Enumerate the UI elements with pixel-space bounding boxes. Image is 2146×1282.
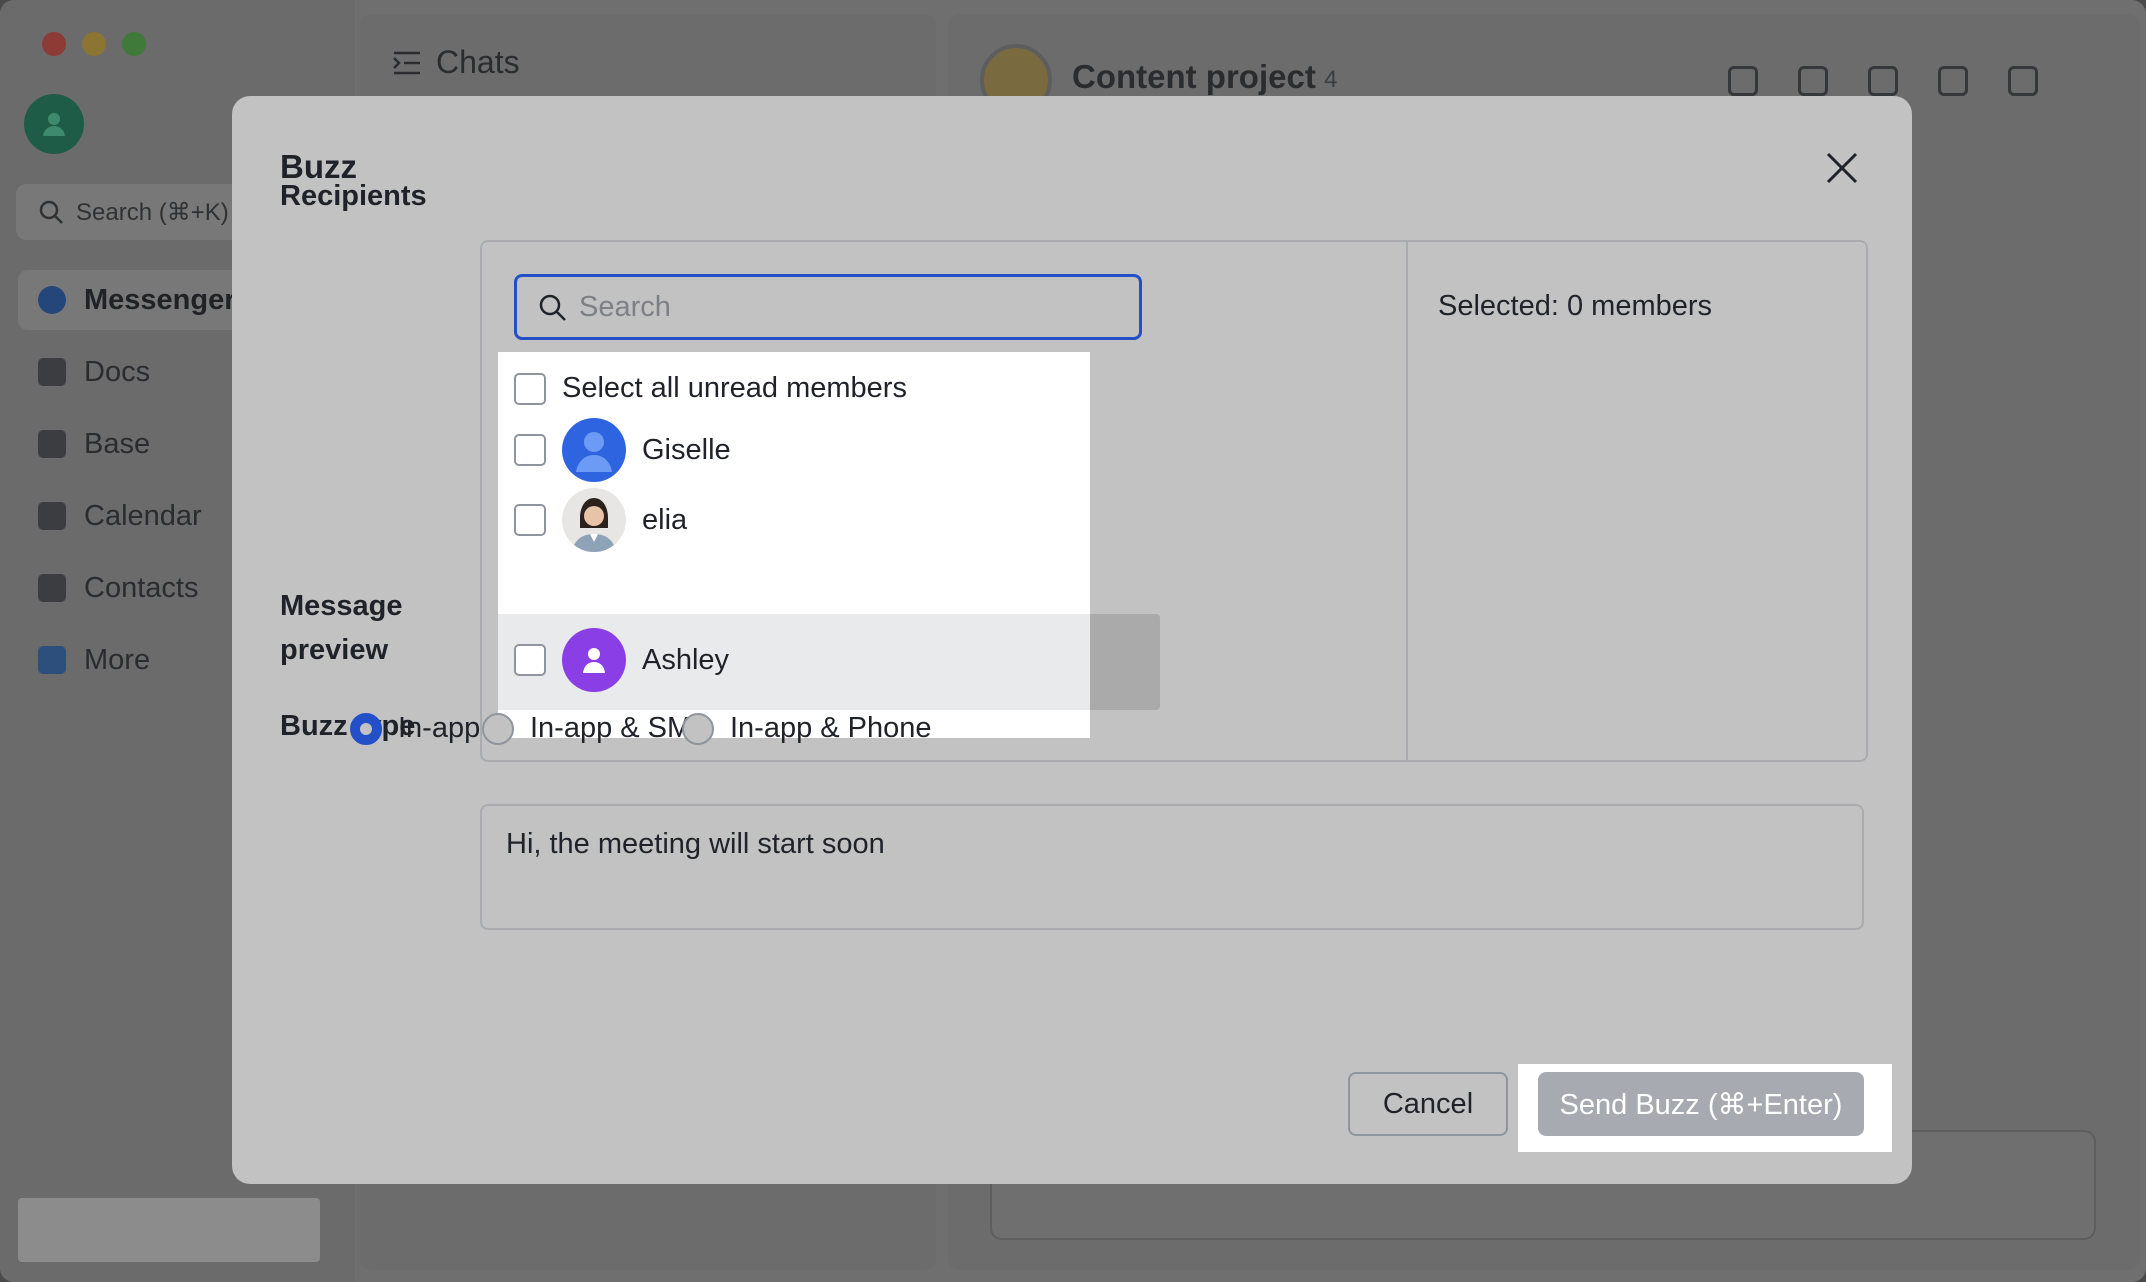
more-icon[interactable]	[2078, 66, 2108, 96]
recipients-picker: Select all unread members Giselle elia A…	[480, 240, 1868, 762]
member-name: Ashley	[642, 643, 730, 676]
sidebar-bottom-profile	[18, 1198, 320, 1262]
member-checkbox[interactable]	[514, 434, 546, 466]
member-name: Giselle	[642, 433, 731, 466]
base-icon	[38, 430, 66, 458]
profile-photo-icon	[572, 498, 616, 552]
avatar	[562, 628, 626, 692]
chats-title: Chats	[436, 44, 520, 80]
close-button[interactable]	[1822, 148, 1862, 188]
radio-button[interactable]	[482, 712, 514, 745]
window-minimize-button[interactable]	[82, 32, 106, 56]
buzz-dialog: Buzz Recipients Select all unread member…	[232, 96, 1912, 1184]
user-icon	[583, 648, 605, 673]
selected-count: Selected: 0 members	[1438, 290, 1713, 322]
chats-header: Chats	[392, 44, 520, 81]
contacts-icon	[38, 574, 66, 602]
sidebar-item-label: Contacts	[84, 571, 199, 604]
recipients-label: Recipients	[280, 180, 427, 212]
sidebar-search-placeholder: Search (⌘+K)	[76, 198, 229, 226]
doc-icon[interactable]	[1798, 66, 1828, 96]
cancel-button[interactable]: Cancel	[1348, 1072, 1508, 1136]
member-search-input[interactable]	[579, 290, 1119, 324]
list-item[interactable]: Ashley	[514, 628, 729, 692]
message-preview-box: Hi, the meeting will start soon	[480, 804, 1864, 930]
avatar	[562, 418, 626, 482]
more-apps-icon	[38, 646, 66, 674]
select-all-unread-row[interactable]: Select all unread members	[514, 372, 907, 405]
select-all-label: Select all unread members	[562, 372, 907, 404]
member-name: elia	[642, 503, 688, 536]
sidebar-item-label: Docs	[84, 355, 151, 388]
conversation-title: Content project	[1072, 58, 1316, 95]
picker-divider	[1406, 242, 1408, 760]
avatar	[562, 488, 626, 552]
person-silhouette-icon	[576, 432, 612, 472]
window-close-button[interactable]	[42, 32, 66, 56]
send-buzz-button[interactable]: Send Buzz (⌘+Enter)	[1538, 1072, 1864, 1136]
list-item[interactable]: Giselle	[514, 418, 731, 482]
member-checkbox[interactable]	[514, 504, 546, 536]
close-icon	[1826, 152, 1858, 184]
window-maximize-button[interactable]	[122, 32, 146, 56]
sidebar-item-label: Base	[84, 427, 151, 460]
docs-icon	[38, 358, 66, 386]
user-icon	[43, 113, 65, 136]
label-line: Message	[280, 590, 403, 622]
calendar-icon	[38, 502, 66, 530]
sidebar-item-label: More	[84, 643, 151, 676]
message-preview-label: Message preview	[280, 584, 403, 672]
sidebar-item-label: Messenger	[84, 283, 236, 316]
member-count: 4	[1324, 66, 1338, 93]
conversation-toolbar	[1728, 66, 2108, 96]
search-icon	[539, 294, 566, 321]
radio-button[interactable]	[682, 712, 714, 745]
add-member-icon[interactable]	[1938, 66, 1968, 96]
list-item[interactable]: elia	[514, 488, 687, 552]
buzz-type-in-app[interactable]: In-app	[350, 712, 480, 745]
radio-label: In-app & Phone	[730, 712, 932, 744]
calendar-icon[interactable]	[2008, 66, 2038, 96]
sidebar-item-label: Calendar	[84, 499, 202, 532]
radio-label: In-app	[398, 712, 481, 744]
radio-button[interactable]	[350, 712, 382, 745]
member-checkbox[interactable]	[514, 644, 546, 676]
member-search[interactable]	[514, 274, 1142, 340]
select-all-checkbox[interactable]	[514, 372, 546, 405]
buzz-type-in-app-sms[interactable]: In-app & SMS	[482, 712, 711, 745]
list-collapse-icon[interactable]	[392, 50, 422, 76]
avatar[interactable]	[24, 94, 84, 154]
video-icon[interactable]	[1868, 66, 1898, 96]
messenger-icon	[38, 286, 66, 314]
search-icon	[39, 200, 63, 224]
buzz-type-in-app-phone[interactable]: In-app & Phone	[682, 712, 932, 745]
search-icon[interactable]	[1728, 66, 1758, 96]
label-line: preview	[280, 634, 388, 666]
